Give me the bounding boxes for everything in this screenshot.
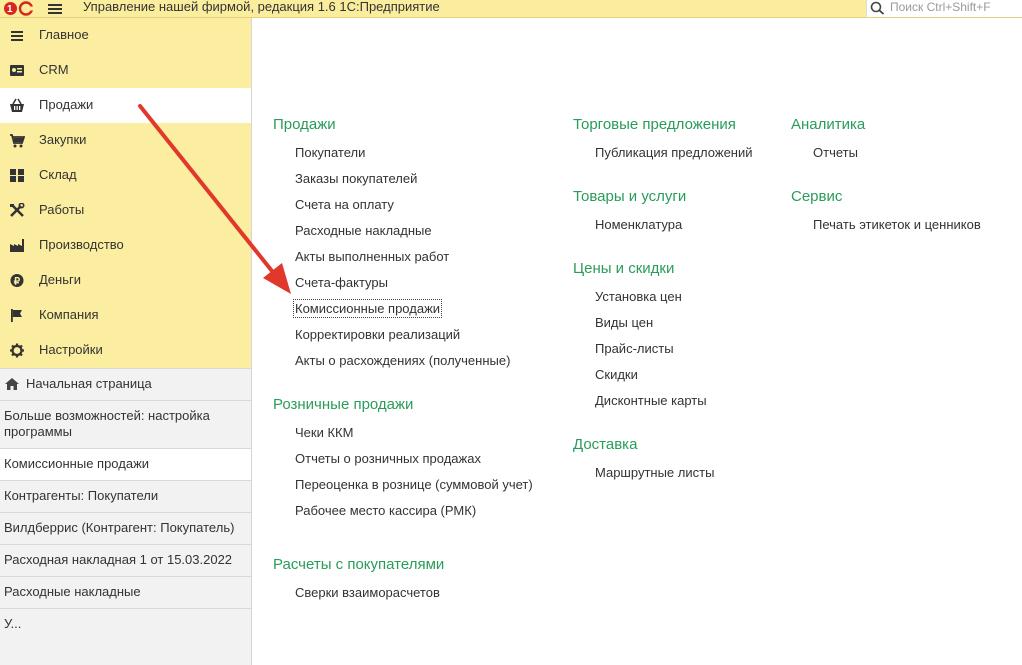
group-title-settlements[interactable]: Расчеты с покупателями bbox=[273, 555, 534, 575]
ruble-coin-icon: ₽ bbox=[10, 274, 24, 287]
section-purchases[interactable]: Закупки bbox=[0, 123, 251, 158]
window-title: Управление нашей фирмой, редакция 1.6 1С… bbox=[83, 0, 440, 14]
link-reconciliations[interactable]: Сверки взаиморасчетов bbox=[273, 584, 534, 610]
link-retail-reports[interactable]: Отчеты о розничных продажах bbox=[273, 450, 534, 476]
section-warehouse[interactable]: Склад bbox=[0, 158, 251, 193]
group-title-analytics[interactable]: Аналитика bbox=[791, 115, 982, 135]
sections-panel: Главное CRM Продажи Закупки Склад Работы… bbox=[0, 18, 251, 368]
link-commission-sales[interactable]: Комиссионные продажи bbox=[273, 299, 534, 326]
link-customer-orders[interactable]: Заказы покупателей bbox=[273, 170, 534, 196]
section-label: Склад bbox=[39, 167, 77, 182]
link-tax-invoices[interactable]: Счета-фактуры bbox=[273, 274, 534, 300]
main-content: Продажи Покупатели Заказы покупателей Сч… bbox=[252, 18, 1022, 665]
link-retail-revaluation[interactable]: Переоценка в рознице (суммовой учет) bbox=[273, 476, 534, 502]
group-title-service[interactable]: Сервис bbox=[791, 187, 982, 207]
link-set-prices[interactable]: Установка цен bbox=[573, 288, 754, 314]
group-title-goods[interactable]: Товары и услуги bbox=[573, 187, 754, 207]
link-discrepancy-acts[interactable]: Акты о расхождениях (полученные) bbox=[273, 352, 534, 378]
section-label: Работы bbox=[39, 202, 85, 217]
search-icon bbox=[870, 1, 885, 15]
section-label: Продажи bbox=[39, 97, 94, 112]
section-label: Закупки bbox=[39, 132, 87, 147]
history-label: У... bbox=[4, 616, 22, 631]
home-icon bbox=[5, 378, 19, 390]
link-sales-adjustments[interactable]: Корректировки реализаций bbox=[273, 326, 534, 352]
gear-icon bbox=[10, 343, 24, 358]
flag-icon bbox=[11, 309, 22, 322]
group-title-retail[interactable]: Розничные продажи bbox=[273, 395, 534, 415]
history-label: Расходная накладная 1 от 15.03.2022 bbox=[4, 552, 233, 567]
link-kkm-receipts[interactable]: Чеки ККМ bbox=[273, 424, 534, 450]
basket-icon bbox=[10, 98, 24, 112]
link-cashier-workplace[interactable]: Рабочее место кассира (РМК) bbox=[273, 502, 534, 528]
section-works[interactable]: Работы bbox=[0, 193, 251, 228]
column-1: Продажи Покупатели Заказы покупателей Сч… bbox=[273, 115, 534, 610]
section-label: Главное bbox=[39, 27, 89, 42]
link-work-acts[interactable]: Акты выполненных работ bbox=[273, 248, 534, 274]
group-title-sales[interactable]: Продажи bbox=[273, 115, 534, 135]
cart-icon bbox=[10, 134, 25, 148]
tools-icon bbox=[10, 203, 25, 217]
link-publish-offers[interactable]: Публикация предложений bbox=[573, 144, 754, 170]
section-settings[interactable]: Настройки bbox=[0, 333, 251, 368]
left-panel: Главное CRM Продажи Закупки Склад Работы… bbox=[0, 18, 252, 665]
link-customers[interactable]: Покупатели bbox=[273, 144, 534, 170]
section-label: Деньги bbox=[39, 272, 81, 287]
history-label: Начальная страница bbox=[26, 376, 152, 391]
history-item[interactable]: У... bbox=[0, 608, 251, 640]
section-company[interactable]: Компания bbox=[0, 298, 251, 333]
svg-text:1: 1 bbox=[7, 4, 13, 15]
crm-card-icon bbox=[10, 65, 24, 76]
link-nomenclature[interactable]: Номенклатура bbox=[573, 216, 754, 242]
section-production[interactable]: Производство bbox=[0, 228, 251, 263]
history-item-home[interactable]: Начальная страница bbox=[0, 368, 251, 400]
history-item[interactable]: Вилдберрис (Контрагент: Покупатель) bbox=[0, 512, 251, 544]
link-discounts[interactable]: Скидки bbox=[573, 366, 754, 392]
history-item[interactable]: Контрагенты: Покупатели bbox=[0, 480, 251, 512]
history-label: Комиссионные продажи bbox=[4, 456, 150, 471]
1c-logo-icon: 1 bbox=[4, 1, 35, 16]
history-item[interactable]: Комиссионные продажи bbox=[0, 448, 251, 480]
history-label: Контрагенты: Покупатели bbox=[4, 488, 159, 503]
history-label: Расходные накладные bbox=[4, 584, 141, 599]
main-menu-icon[interactable] bbox=[48, 4, 62, 14]
link-reports[interactable]: Отчеты bbox=[791, 144, 982, 170]
section-label: Настройки bbox=[39, 342, 103, 357]
link-sales-invoices[interactable]: Расходные накладные bbox=[273, 222, 534, 248]
title-bar: 1 Управление нашей фирмой, редакция 1.6 … bbox=[0, 0, 1022, 18]
history-item[interactable]: Больше возможностей: настройка программы bbox=[0, 400, 251, 448]
section-main[interactable]: Главное bbox=[0, 18, 251, 53]
list-icon bbox=[11, 31, 23, 41]
link-price-lists[interactable]: Прайс-листы bbox=[573, 340, 754, 366]
link-invoices-for-payment[interactable]: Счета на оплату bbox=[273, 196, 534, 222]
section-sales[interactable]: Продажи bbox=[0, 88, 251, 123]
link-route-sheets[interactable]: Маршрутные листы bbox=[573, 464, 754, 490]
warehouse-grid-icon bbox=[10, 169, 24, 182]
link-price-types[interactable]: Виды цен bbox=[573, 314, 754, 340]
svg-text:₽: ₽ bbox=[14, 276, 21, 287]
column-3: Аналитика Отчеты Сервис Печать этикеток … bbox=[791, 115, 982, 242]
search-placeholder: Поиск Ctrl+Shift+F bbox=[890, 0, 991, 14]
column-2: Торговые предложения Публикация предложе… bbox=[573, 115, 754, 490]
history-label: Вилдберрис (Контрагент: Покупатель) bbox=[4, 520, 235, 535]
link-discount-cards[interactable]: Дисконтные карты bbox=[573, 392, 754, 418]
section-money[interactable]: ₽ Деньги bbox=[0, 263, 251, 298]
group-title-trade-offers[interactable]: Торговые предложения bbox=[573, 115, 754, 135]
link-print-labels[interactable]: Печать этикеток и ценников bbox=[791, 216, 982, 242]
group-title-delivery[interactable]: Доставка bbox=[573, 435, 754, 455]
section-label: Компания bbox=[39, 307, 99, 322]
history-label: Больше возможностей: настройка программы bbox=[4, 408, 210, 439]
history-item[interactable]: Расходные накладные bbox=[0, 576, 251, 608]
history-item[interactable]: Расходная накладная 1 от 15.03.2022 bbox=[0, 544, 251, 576]
group-title-prices[interactable]: Цены и скидки bbox=[573, 259, 754, 279]
search-input[interactable]: Поиск Ctrl+Shift+F bbox=[866, 0, 1022, 17]
section-label: CRM bbox=[39, 62, 69, 77]
section-label: Производство bbox=[39, 237, 124, 252]
section-crm[interactable]: CRM bbox=[0, 53, 251, 88]
factory-icon bbox=[10, 239, 24, 252]
